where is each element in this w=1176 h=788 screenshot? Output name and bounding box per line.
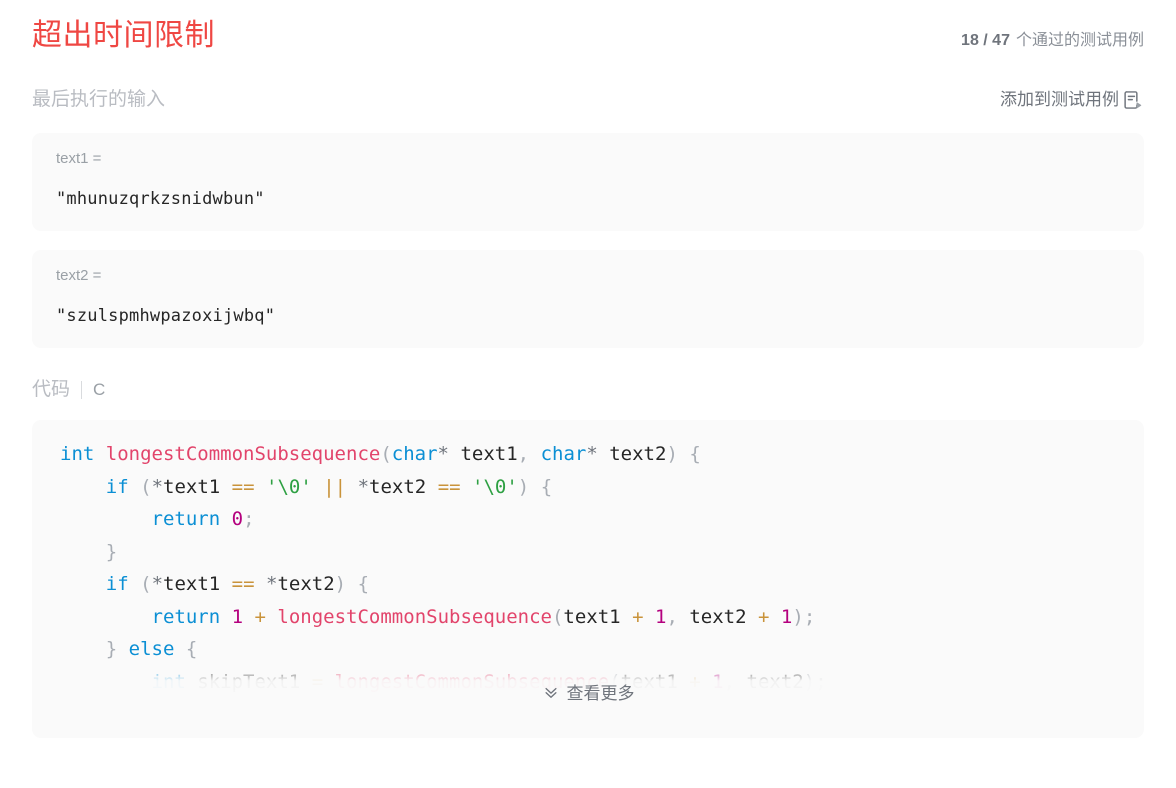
input-field-value: "mhunuzqrkzsnidwbun"	[56, 189, 265, 209]
input-field-text2: text2 = "szulspmhwpazoxijwbq"	[32, 250, 1144, 348]
code-header-divider	[81, 381, 83, 399]
code-language-label: C	[93, 380, 106, 399]
page-title: 超出时间限制	[32, 19, 215, 52]
view-more-button[interactable]: 查看更多	[32, 661, 1144, 708]
last-input-header: 最后执行的输入 添加到测试用例	[32, 86, 1144, 114]
view-more-label: 查看更多	[566, 684, 635, 703]
add-to-testcase-label: 添加到测试用例	[1000, 90, 1119, 109]
input-field-name: text1 =	[56, 150, 102, 167]
code-section-header: 代码 C	[32, 376, 1144, 404]
code-content: int longestCommonSubsequence(char* text1…	[60, 443, 827, 693]
double-chevron-down-icon	[542, 683, 560, 701]
input-field-text1: text1 = "mhunuzqrkzsnidwbun"	[32, 133, 1144, 231]
file-run-icon	[1122, 89, 1144, 111]
testcase-count: 18 / 47 个通过的测试用例	[961, 29, 1144, 53]
add-to-testcase-button[interactable]: 添加到测试用例	[1000, 88, 1144, 112]
submission-result-panel: 超出时间限制 18 / 47 个通过的测试用例 最后执行的输入 添加到测试用例 t…	[0, 0, 1176, 788]
testcase-count-label: 个通过的测试用例	[1015, 32, 1144, 49]
input-field-name: text2 =	[56, 267, 102, 284]
code-block: int longestCommonSubsequence(char* text1…	[32, 420, 1144, 738]
input-field-value: "szulspmhwpazoxijwbq"	[56, 306, 276, 326]
result-header: 超出时间限制 18 / 47 个通过的测试用例	[32, 0, 1144, 58]
testcase-count-value: 18 / 47	[961, 32, 1010, 49]
code-label: 代码	[32, 379, 71, 400]
last-executed-input-label: 最后执行的输入	[32, 89, 166, 110]
